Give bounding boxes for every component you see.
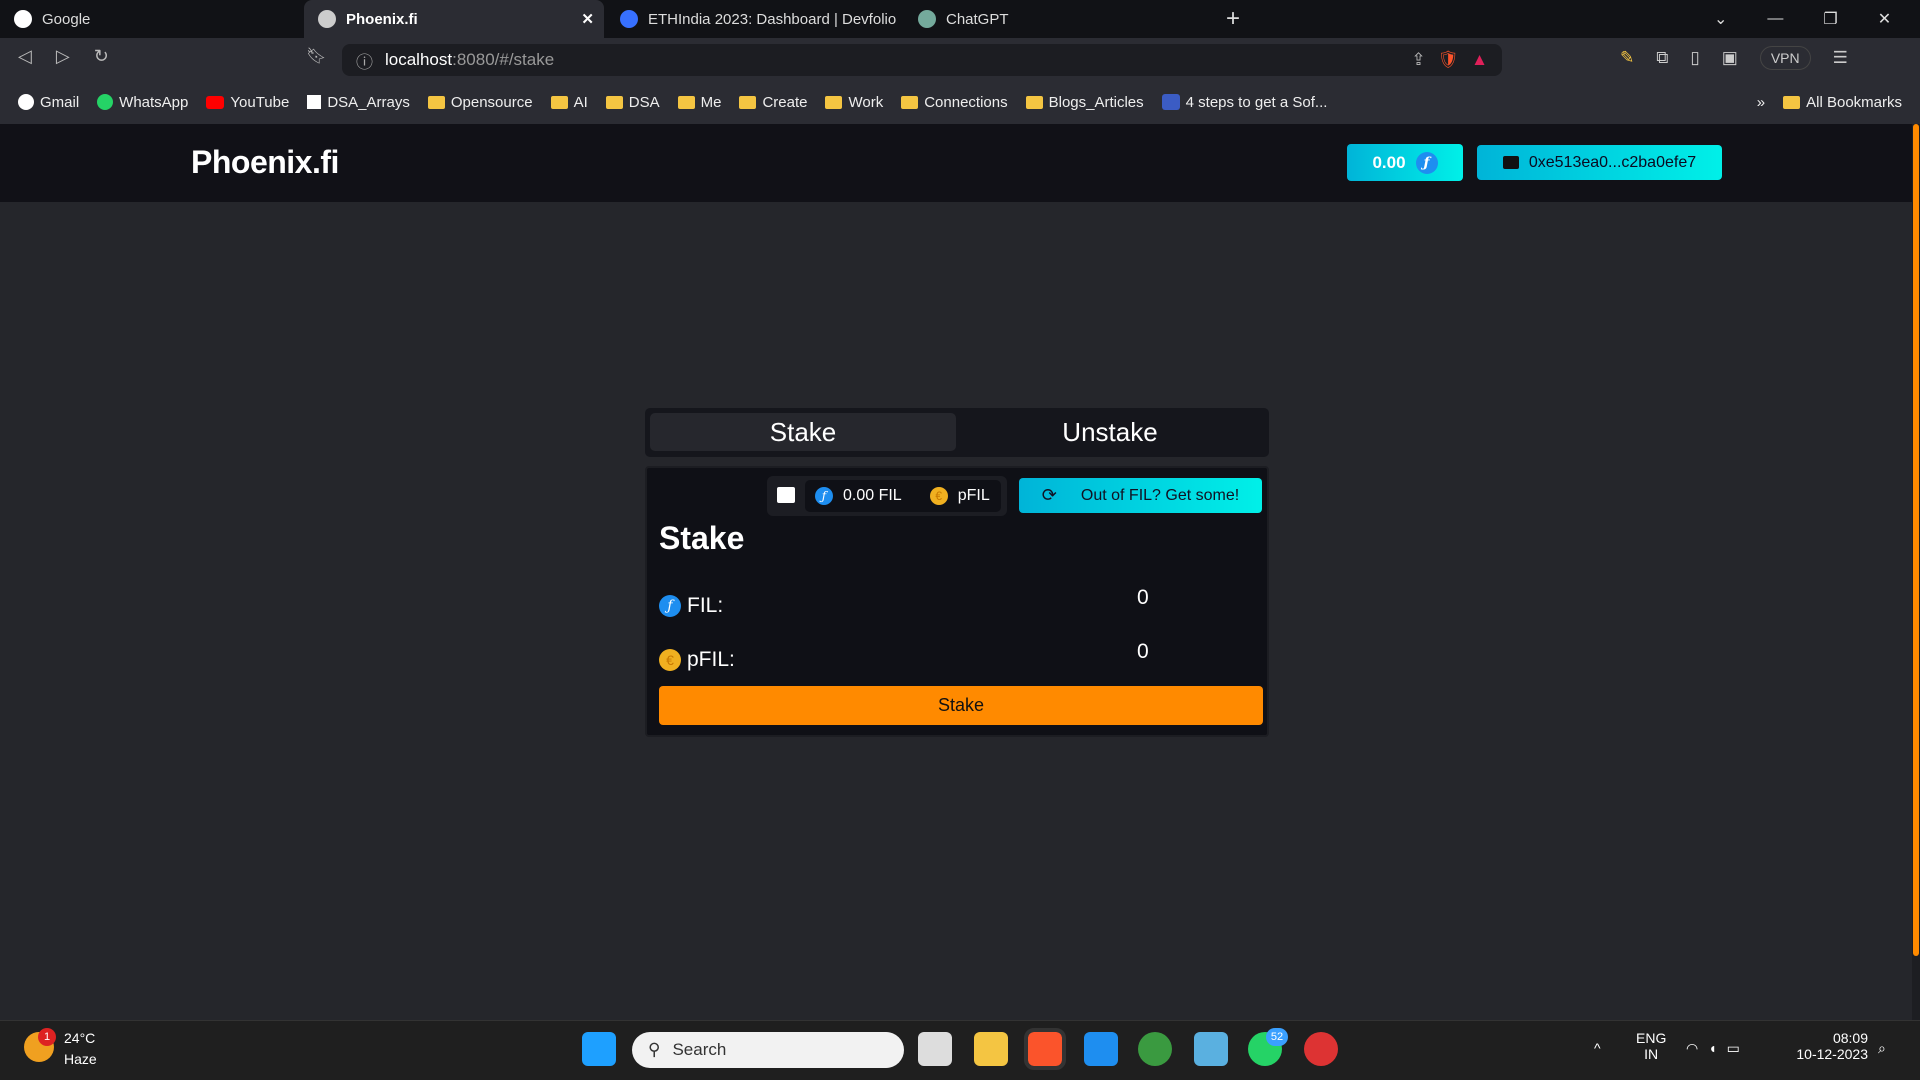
wallet-balance-box: ƒ 0.00 FIL € pFIL xyxy=(767,476,1007,516)
bookmark-steps[interactable]: 4 steps to get a Sof... xyxy=(1161,94,1327,111)
weather-desc[interactable]: Haze xyxy=(64,1051,97,1067)
fil-label-row: ƒ FIL: xyxy=(659,594,723,618)
tab-devfolio[interactable]: ETHIndia 2023: Dashboard | Devfolio xyxy=(606,0,902,38)
devfolio-icon xyxy=(620,10,638,28)
snipping-tool-icon[interactable] xyxy=(918,1032,952,1066)
balance-button[interactable]: 0.00 ƒ xyxy=(1347,144,1463,181)
scrollbar-thumb[interactable] xyxy=(1913,124,1919,956)
brave-shields-icon[interactable]: 🛡︎ xyxy=(1438,50,1460,70)
bookmark-create[interactable]: Create xyxy=(739,94,807,111)
restore-icon[interactable]: ❐ xyxy=(1823,9,1837,29)
notepad-icon[interactable] xyxy=(1194,1032,1228,1066)
bookmark-dsa-arrays[interactable]: DSA_Arrays xyxy=(307,94,410,111)
start-icon[interactable] xyxy=(582,1032,616,1066)
bookmark-blogs[interactable]: Blogs_Articles xyxy=(1025,94,1144,111)
pfil-icon: € xyxy=(659,649,681,671)
bookmark-gmail[interactable]: Gmail xyxy=(18,94,79,111)
stake-card: ƒ 0.00 FIL € pFIL ⟳ Out of FIL? Get some!… xyxy=(645,466,1269,737)
google-icon xyxy=(14,10,32,28)
address-bar[interactable]: ⓘ localhost:8080/#/stake ⇪ 🛡︎ ▲ xyxy=(342,44,1502,76)
tab-phoenix[interactable]: Phoenix.fi ✕ xyxy=(304,0,604,38)
filecoin-icon: ƒ xyxy=(1415,151,1438,174)
weather-temp[interactable]: 24°C xyxy=(64,1030,95,1046)
stake-tabs: Stake Unstake xyxy=(645,408,1269,457)
filecoin-icon: ƒ xyxy=(815,487,833,505)
bookmark-ai[interactable]: AI xyxy=(550,94,588,111)
weather-badge: 1 xyxy=(38,1028,56,1046)
tab-chatgpt[interactable]: ChatGPT xyxy=(904,0,1200,38)
new-tab-button[interactable]: + xyxy=(1212,0,1240,38)
brave-rewards-icon[interactable]: ▲ xyxy=(1471,50,1488,70)
vpn-button[interactable]: VPN xyxy=(1759,46,1811,70)
close-tab-icon[interactable]: ✕ xyxy=(581,10,594,28)
bookmark-me[interactable]: Me xyxy=(677,94,721,111)
chrome-profile-icon[interactable] xyxy=(1304,1032,1338,1066)
wallet-icon[interactable]: ▣ xyxy=(1722,48,1738,68)
extensions-icon[interactable]: ⧉ xyxy=(1656,48,1668,68)
account-button[interactable]: 0xe513ea0...c2ba0efe7 xyxy=(1477,145,1722,180)
tray-overflow-icon[interactable]: ^ xyxy=(1594,1040,1601,1056)
app-logo[interactable]: Phoenix.fi xyxy=(191,144,339,181)
minimize-icon[interactable]: — xyxy=(1767,10,1783,28)
wifi-volume-battery-icons[interactable]: ◠◖▭ xyxy=(1686,1040,1750,1057)
stake-button[interactable]: Stake xyxy=(659,686,1263,725)
more-bookmarks-button[interactable]: » xyxy=(1757,94,1765,111)
close-window-icon[interactable]: ✕ xyxy=(1878,9,1891,29)
taskbar-search[interactable]: ⚲ Search xyxy=(632,1032,904,1068)
wallet-icon xyxy=(777,487,795,503)
bookmark-youtube[interactable]: YouTube xyxy=(206,94,289,111)
chrome-icon[interactable] xyxy=(1138,1032,1172,1066)
tab-google[interactable]: Google xyxy=(0,0,300,38)
file-explorer-icon[interactable] xyxy=(974,1032,1008,1066)
forward-icon[interactable]: ▷ xyxy=(56,46,70,67)
fil-amount-input[interactable]: 0 xyxy=(1137,586,1149,610)
notifications-icon[interactable]: ⌕ xyxy=(1878,1040,1886,1057)
bookmark-connections[interactable]: Connections xyxy=(901,94,1008,111)
phoenix-favicon xyxy=(318,10,336,28)
tab-search-icon[interactable]: ⌄ xyxy=(1714,9,1727,29)
back-icon[interactable]: ◁ xyxy=(18,46,32,67)
stake-title: Stake xyxy=(659,520,745,556)
whatsapp-badge: 52 xyxy=(1266,1028,1288,1046)
clock[interactable]: 08:09 10-12-2023 xyxy=(1788,1030,1868,1062)
tab-stake[interactable]: Stake xyxy=(650,413,956,451)
wallet-icon xyxy=(1502,156,1519,169)
get-fil-button[interactable]: ⟳ Out of FIL? Get some! xyxy=(1019,478,1262,513)
pfil-label-row: € pFIL: xyxy=(659,648,735,672)
all-bookmarks[interactable]: All Bookmarks xyxy=(1783,94,1902,111)
language-indicator[interactable]: ENG IN xyxy=(1636,1030,1666,1062)
search-icon: ⚲ xyxy=(648,1040,661,1059)
highlighter-icon[interactable]: ✎ xyxy=(1620,48,1634,68)
pfil-amount-output: 0 xyxy=(1137,640,1149,663)
pfil-icon: € xyxy=(929,487,948,505)
bookmark-opensource[interactable]: Opensource xyxy=(427,94,533,111)
chatgpt-icon xyxy=(918,10,936,28)
menu-icon[interactable]: ☰ xyxy=(1833,48,1848,68)
bookmark-work[interactable]: Work xyxy=(825,94,883,111)
refresh-icon: ⟳ xyxy=(1041,485,1057,505)
filecoin-icon: ƒ xyxy=(659,595,681,617)
taskbar xyxy=(0,1020,1920,1080)
site-info-icon[interactable]: ⓘ xyxy=(356,48,373,73)
bookmark-icon[interactable]: 🔖︎ xyxy=(306,46,326,66)
reload-icon[interactable]: ↻ xyxy=(94,46,109,67)
vscode-icon[interactable] xyxy=(1084,1032,1118,1066)
brave-taskbar-icon[interactable] xyxy=(1024,1028,1066,1070)
tab-unstake[interactable]: Unstake xyxy=(957,413,1263,451)
bookmark-dsa[interactable]: DSA xyxy=(605,94,660,111)
bookmarks-bar: Gmail WhatsApp YouTube DSA_Arrays Openso… xyxy=(0,80,1920,124)
browser-tab-bar: Google Phoenix.fi ✕ ETHIndia 2023: Dashbo… xyxy=(0,0,1920,38)
share-icon[interactable]: ⇪ xyxy=(1411,50,1425,70)
sidebar-icon[interactable]: ▯ xyxy=(1690,48,1699,68)
bookmark-whatsapp[interactable]: WhatsApp xyxy=(97,94,188,111)
